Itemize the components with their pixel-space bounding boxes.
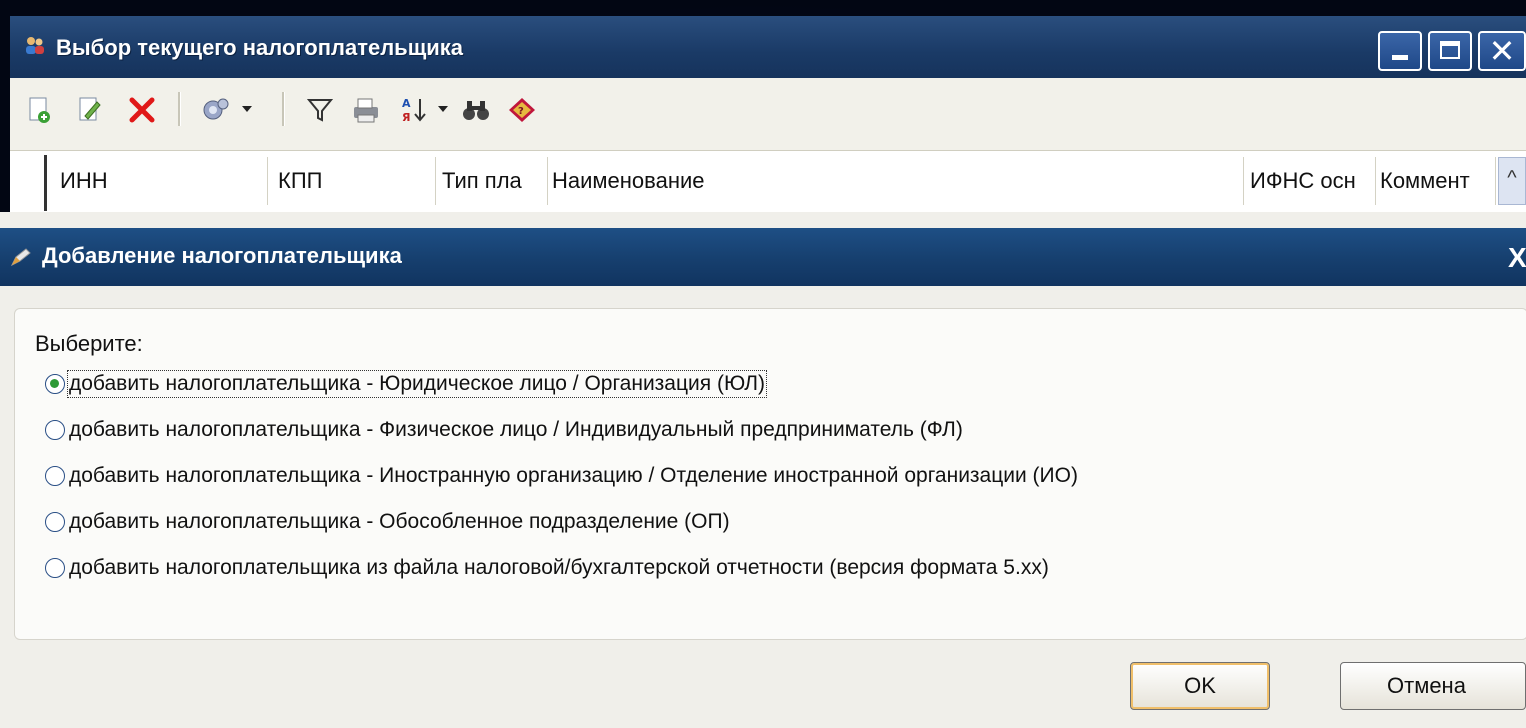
scroll-up-button[interactable]: ^ <box>1498 157 1526 205</box>
close-button[interactable]: ✕ <box>1478 31 1526 71</box>
help-icon[interactable]: ? <box>502 90 542 130</box>
close-icon: ✕ <box>1488 32 1516 70</box>
option-label: добавить налогоплательщика - Физическое … <box>69 418 963 441</box>
radio-button[interactable] <box>45 374 65 394</box>
toolbar: AЯ ? <box>10 78 1526 150</box>
radio-button[interactable] <box>45 558 65 578</box>
toolbar-separator <box>178 92 181 126</box>
dialog-title: Добавление налогоплательщика <box>42 243 402 268</box>
column-kpp[interactable]: КПП <box>268 157 436 205</box>
option-from-file[interactable]: добавить налогоплательщика из файла нало… <box>45 551 1049 585</box>
find-icon[interactable] <box>456 90 496 130</box>
radio-button[interactable] <box>45 420 65 440</box>
maximize-button[interactable] <box>1428 31 1472 71</box>
radio-button[interactable] <box>45 512 65 532</box>
print-icon[interactable] <box>346 90 386 130</box>
column-type[interactable]: Тип пла <box>436 157 548 205</box>
svg-text:Я: Я <box>402 111 410 124</box>
chevron-down-icon[interactable] <box>438 106 448 112</box>
option-separate-division[interactable]: добавить налогоплательщика - Обособленно… <box>45 505 730 539</box>
toolbar-separator <box>282 92 285 126</box>
delete-icon[interactable] <box>122 90 162 130</box>
option-label: добавить налогоплательщика - Юридическое… <box>67 370 767 398</box>
edit-record-icon[interactable] <box>70 90 110 130</box>
add-record-icon[interactable] <box>20 90 60 130</box>
option-label: добавить налогоплательщика - Иностранную… <box>69 464 1078 487</box>
column-inn[interactable]: ИНН <box>50 157 268 205</box>
ok-button[interactable]: OK <box>1130 662 1270 710</box>
options-panel: Выберите: добавить налогоплательщика - Ю… <box>14 308 1526 640</box>
filter-icon[interactable] <box>300 90 340 130</box>
radio-button[interactable] <box>45 466 65 486</box>
column-name[interactable]: Наименование <box>548 157 1244 205</box>
column-ifns[interactable]: ИФНС осн <box>1244 157 1376 205</box>
sort-icon[interactable]: AЯ <box>394 90 434 130</box>
column-comment[interactable]: Коммент <box>1376 157 1496 205</box>
cancel-button[interactable]: Отмена <box>1340 662 1526 710</box>
add-taxpayer-dialog: Добавление налогоплательщика X Выберите:… <box>0 212 1526 728</box>
grid-header: ИНН КПП Тип пла Наименование ИФНС осн Ко… <box>10 150 1526 213</box>
pencil-icon <box>10 247 32 267</box>
option-label: добавить налогоплательщика из файла нало… <box>69 556 1049 579</box>
option-legal-entity[interactable]: добавить налогоплательщика - Юридическое… <box>45 367 767 401</box>
users-icon <box>24 36 46 56</box>
row-indicator <box>44 155 47 211</box>
window-title: Выбор текущего налогоплательщика <box>56 35 464 60</box>
settings-icon[interactable] <box>196 90 236 130</box>
taxpayer-select-window: Выбор текущего налогоплательщика ✕ AЯ ? … <box>10 16 1526 213</box>
window-titlebar[interactable]: Выбор текущего налогоплательщика ✕ <box>10 16 1526 78</box>
svg-text:A: A <box>402 97 411 110</box>
svg-text:?: ? <box>518 106 524 117</box>
option-individual[interactable]: добавить налогоплательщика - Физическое … <box>45 413 963 447</box>
dialog-close-button[interactable]: X <box>1508 242 1526 274</box>
choose-label: Выберите: <box>35 331 143 356</box>
dialog-titlebar[interactable]: Добавление налогоплательщика X <box>0 228 1526 286</box>
chevron-down-icon[interactable] <box>242 106 252 112</box>
option-foreign-org[interactable]: добавить налогоплательщика - Иностранную… <box>45 459 1078 493</box>
option-label: добавить налогоплательщика - Обособленно… <box>69 510 730 533</box>
minimize-button[interactable] <box>1378 31 1422 71</box>
